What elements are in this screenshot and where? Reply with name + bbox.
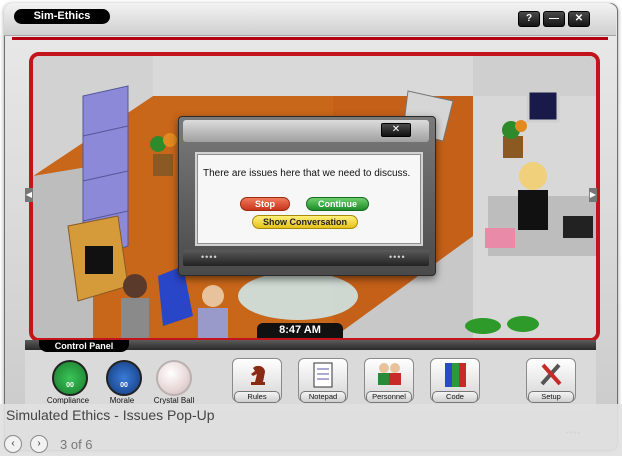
compliance-value: 00 [66, 382, 74, 389]
help-button[interactable]: ? [518, 11, 540, 27]
people-icon [378, 363, 401, 385]
previous-slide-button[interactable]: ‹ [4, 435, 22, 453]
chess-knight-icon [251, 365, 265, 385]
popup-footer-dots-left: •••• [201, 252, 218, 262]
game-clock: 8:47 AM [257, 323, 343, 338]
close-button[interactable]: ✕ [568, 11, 590, 27]
show-conversation-button[interactable]: Show Conversation [252, 215, 358, 229]
scroll-left-arrow-icon[interactable]: ◀ [25, 188, 33, 202]
scroll-right-arrow-icon[interactable]: ▶ [589, 188, 597, 202]
morale-gauge[interactable]: 00 [106, 360, 142, 396]
minimize-button[interactable]: — [543, 11, 565, 27]
control-panel-label: Control Panel [39, 340, 129, 352]
window-title: Sim-Ethics [14, 9, 110, 24]
notepad-label: Notepad [300, 391, 346, 403]
popup-close-button[interactable]: ✕ [381, 123, 411, 137]
crystal-ball[interactable] [156, 360, 192, 396]
compliance-gauge[interactable]: 00 [52, 360, 88, 396]
stop-button[interactable]: Stop [240, 197, 290, 211]
setup-label: Setup [528, 391, 574, 403]
morale-value: 00 [120, 382, 128, 389]
popup-message: There are issues here that we need to di… [203, 168, 411, 179]
tools-icon [540, 363, 562, 386]
popup-footer-dots-right: •••• [389, 252, 406, 262]
caption-title: Simulated Ethics - Issues Pop-Up [6, 407, 215, 423]
notepad-icon [313, 362, 333, 388]
slide-counter: 3 of 6 [60, 437, 93, 452]
books-icon [445, 363, 466, 387]
code-label: Code [432, 391, 478, 403]
rules-label: Rules [234, 391, 280, 403]
continue-button[interactable]: Continue [306, 197, 369, 211]
title-divider [12, 37, 608, 40]
personnel-label: Personnel [366, 391, 412, 403]
next-slide-button[interactable]: › [30, 435, 48, 453]
